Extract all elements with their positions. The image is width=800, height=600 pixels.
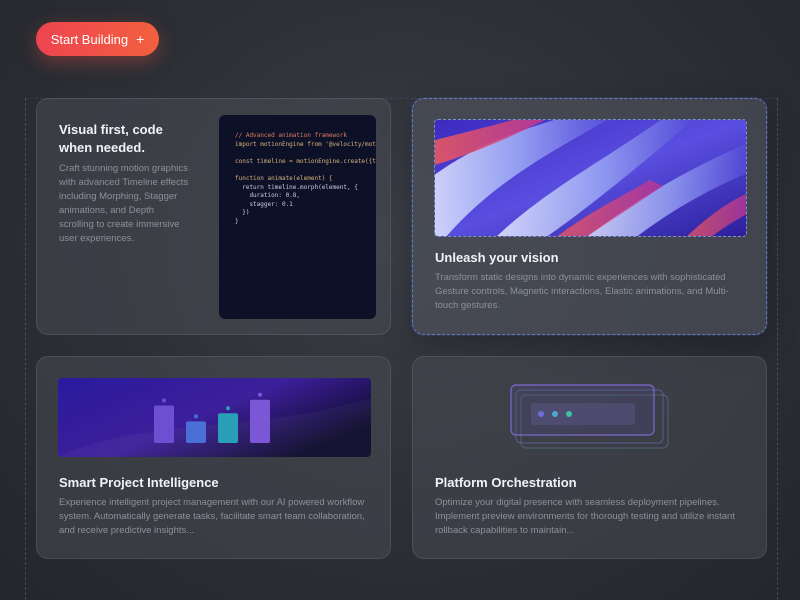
selection-guide-left	[25, 98, 26, 600]
plus-icon: +	[136, 31, 145, 47]
card-description: Transform static designs into dynamic ex…	[435, 272, 729, 311]
code-line: function animate(element) {	[235, 174, 333, 182]
chart-bar	[218, 413, 238, 443]
chart-bar	[154, 405, 174, 443]
abstract-3d-artwork	[434, 119, 747, 237]
code-line: })	[235, 209, 250, 217]
card-title: Unleash your vision	[435, 250, 559, 265]
card-title: Visual first, code when needed.	[59, 122, 163, 155]
feature-card-visual-first[interactable]: Visual first, code when needed. Craft st…	[36, 98, 391, 335]
start-building-label: Start Building	[50, 31, 129, 47]
code-line: }	[235, 217, 239, 225]
status-dot	[552, 411, 558, 417]
chart-bar	[250, 399, 270, 443]
code-line: return timeline.morph(element, {	[235, 183, 358, 191]
card-title: Platform Orchestration	[435, 475, 577, 490]
selection-guide-right	[777, 98, 778, 600]
chart-bar	[186, 421, 206, 443]
code-line: import motionEngine from '@velocity/moti…	[235, 140, 376, 148]
status-dot	[538, 411, 544, 417]
stacked-windows-illustration	[509, 383, 669, 453]
chart-bar-dot	[162, 398, 166, 403]
card-title: Smart Project Intelligence	[59, 475, 219, 490]
feature-card-unleash-vision[interactable]: Unleash your vision Transform static des…	[412, 98, 767, 335]
chart-bar-dot	[194, 414, 198, 419]
code-editor-preview: // Advanced animation framework import mo…	[219, 115, 376, 319]
feature-card-project-intelligence[interactable]: Smart Project Intelligence Experience in…	[36, 356, 391, 559]
chart-bar-dot	[226, 406, 230, 411]
code-line: // Advanced animation framework	[235, 132, 347, 139]
card-description: Experience intelligent project managemen…	[59, 497, 365, 536]
feature-card-platform-orchestration[interactable]: Platform Orchestration Optimize your dig…	[412, 356, 767, 559]
card-description: Optimize your digital presence with seam…	[435, 497, 735, 536]
card-description: Craft stunning motion graphics with adva…	[59, 163, 189, 244]
code-line: duration: 0.8,	[235, 192, 301, 200]
analytics-bar-chart	[58, 378, 371, 457]
code-line: stagger: 0.1	[235, 200, 293, 208]
code-line: const timeline = motionEngine.create({ti…	[235, 157, 376, 165]
status-dot	[566, 411, 572, 417]
chart-bar-dot	[258, 392, 262, 397]
start-building-button[interactable]: Start Building +	[36, 22, 159, 56]
